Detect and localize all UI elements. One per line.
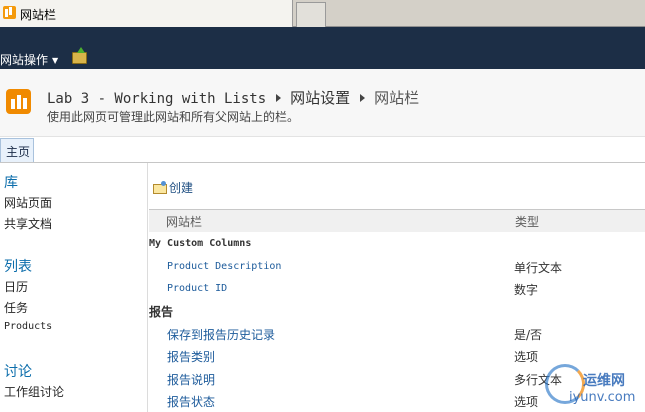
ribbon-bar: 网站操作 ▼: [0, 27, 645, 69]
table-row-link[interactable]: 报告说明: [167, 371, 215, 388]
tab-home[interactable]: 主页: [0, 138, 34, 162]
table-row-link[interactable]: 报告状态: [167, 393, 215, 410]
site-logo-icon[interactable]: [6, 89, 31, 114]
browser-tabstrip: 网站栏: [0, 0, 645, 27]
table-row-link[interactable]: 保存到报告历史记录: [167, 326, 275, 343]
column-header-type[interactable]: 类型: [515, 213, 539, 230]
table-row-link[interactable]: 报告类别: [167, 348, 215, 365]
quicklaunch-heading-discussions[interactable]: 讨论: [4, 361, 32, 381]
quicklaunch-heading-lists[interactable]: 列表: [4, 256, 32, 276]
site-actions-label: 网站操作: [0, 53, 49, 67]
table-row-link[interactable]: Product Description: [167, 261, 281, 272]
quick-launch: 库 网站页面 共享文档 列表 日历 任务 Products 讨论 工作组讨论: [0, 163, 148, 412]
group-title-reports: 报告: [149, 305, 174, 319]
table-header: 网站栏 类型: [149, 209, 645, 232]
table-row-type: 是/否: [514, 328, 543, 342]
site-actions-menu[interactable]: 网站操作 ▼: [0, 51, 58, 68]
table-row-type: 选项: [514, 395, 539, 409]
breadcrumb-separator-icon: [276, 94, 282, 102]
watermark-text: 运维网: [583, 373, 625, 389]
quicklaunch-item-site-pages[interactable]: 网站页面: [4, 194, 52, 211]
quicklaunch-item-products[interactable]: Products: [4, 321, 52, 332]
table-row-type: 数字: [514, 283, 539, 297]
breadcrumb-site-link[interactable]: Lab 3 - Working with Lists: [47, 91, 266, 107]
create-button[interactable]: 创建: [153, 179, 193, 196]
create-label: 创建: [169, 181, 194, 195]
new-item-icon: [153, 180, 167, 194]
site-watermark: 运维网 iyunv.com: [542, 362, 645, 412]
table-row-link[interactable]: Product ID: [167, 283, 227, 294]
browser-tab[interactable]: 网站栏: [0, 0, 293, 27]
table-row-type: 选项: [514, 350, 539, 364]
quicklaunch-item-shared-documents[interactable]: 共享文档: [4, 215, 52, 232]
quicklaunch-item-calendar[interactable]: 日历: [4, 278, 28, 295]
breadcrumb-site-settings-link[interactable]: 网站设置: [290, 89, 350, 107]
breadcrumb-separator-icon: [360, 94, 366, 102]
breadcrumb: Lab 3 - Working with Lists 网站设置 网站栏: [47, 87, 419, 108]
browser-tab-title: 网站栏: [20, 8, 57, 22]
column-header-site-column[interactable]: 网站栏: [166, 213, 202, 230]
table-row-type: 单行文本: [514, 261, 563, 275]
quicklaunch-heading-libraries[interactable]: 库: [4, 172, 18, 192]
chevron-down-icon: ▼: [52, 56, 59, 65]
sharepoint-site-icon: [3, 6, 16, 19]
new-tab-button[interactable]: [296, 2, 326, 27]
page-description: 使用此网页可管理此网站和所有父网站上的栏。: [47, 110, 300, 124]
navigate-up-icon[interactable]: [72, 47, 87, 64]
quicklaunch-item-tasks[interactable]: 任务: [4, 299, 28, 316]
group-title-my-custom-columns: My Custom Columns: [149, 238, 252, 249]
watermark-url: iyunv.com: [569, 390, 636, 405]
top-navigation: 主页: [0, 137, 645, 163]
breadcrumb-current-page: 网站栏: [374, 89, 420, 107]
quicklaunch-item-team-discussion[interactable]: 工作组讨论: [4, 383, 64, 400]
